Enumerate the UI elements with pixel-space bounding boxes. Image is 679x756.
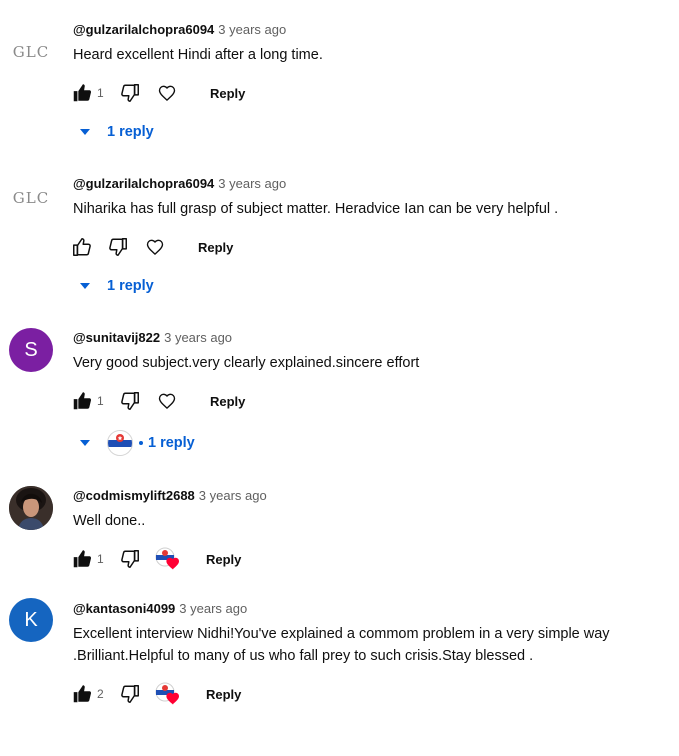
dislike-button[interactable] — [119, 548, 141, 570]
avatar-letter: K — [24, 608, 38, 631]
dislike-button[interactable] — [119, 82, 141, 104]
comment-text: Very good subject.very clearly explained… — [73, 355, 420, 371]
thumbs-down-icon — [109, 238, 127, 256]
timestamp[interactable]: 3 years ago — [164, 330, 232, 345]
timestamp[interactable]: 3 years ago — [199, 488, 267, 503]
heart-outline-icon — [158, 393, 176, 409]
avatar[interactable]: S — [9, 328, 53, 372]
timestamp[interactable]: 3 years ago — [218, 22, 286, 37]
author-name[interactable]: @kantasoni4099 — [73, 601, 175, 616]
avatar[interactable]: GLC — [9, 176, 53, 220]
like-button[interactable]: 1 — [71, 390, 111, 412]
comment-header: @kantasoni4099 3 years ago — [73, 601, 247, 616]
author-name[interactable]: @sunitavij822 — [73, 330, 160, 345]
thumbs-up-filled-icon — [73, 685, 92, 703]
channel-logo-icon — [108, 431, 132, 455]
thumbs-up-filled-icon — [73, 550, 92, 568]
like-count: 2 — [97, 687, 104, 701]
heart-outline-icon — [146, 239, 164, 255]
timestamp[interactable]: 3 years ago — [179, 601, 247, 616]
reply-button[interactable]: Reply — [198, 240, 233, 255]
comment-text: Excellent interview Nidhi!You've explain… — [73, 626, 610, 664]
like-count: 1 — [97, 552, 104, 566]
thumbs-up-filled-icon — [73, 84, 92, 102]
thumbs-down-icon — [121, 84, 139, 102]
reply-button[interactable]: Reply — [206, 552, 241, 567]
avatar[interactable]: GLC — [9, 30, 53, 74]
like-button[interactable]: 1 — [71, 548, 111, 570]
comment-header: @sunitavij822 3 years ago — [73, 330, 232, 345]
avatar[interactable]: K — [9, 598, 53, 642]
action-bar: 1 Reply — [71, 81, 245, 105]
like-button[interactable] — [71, 236, 111, 258]
like-button[interactable]: 1 — [71, 82, 111, 104]
heart-button[interactable] — [145, 237, 165, 257]
thumbs-up-filled-icon — [73, 392, 92, 410]
replies-label: 1 reply — [107, 124, 154, 140]
dislike-button[interactable] — [107, 236, 129, 258]
comment-text: Well done.. — [73, 513, 146, 529]
caret-down-icon — [80, 440, 90, 446]
thumbs-down-icon — [121, 685, 139, 703]
reply-button[interactable]: Reply — [210, 86, 245, 101]
like-count: 1 — [97, 86, 104, 100]
author-name[interactable]: @gulzarilalchopra6094 — [73, 176, 214, 191]
avatar-logo-text: GLC — [12, 189, 50, 207]
thumbs-up-icon — [73, 238, 91, 256]
heart-button[interactable] — [157, 391, 177, 411]
comment-text: Heard excellent Hindi after a long time. — [73, 47, 323, 63]
heart-outline-icon — [158, 85, 176, 101]
caret-down-icon — [80, 283, 90, 289]
reply-button[interactable]: Reply — [210, 394, 245, 409]
action-bar: Reply — [71, 235, 233, 259]
caret-down-icon — [80, 129, 90, 135]
avatar[interactable] — [9, 486, 53, 530]
like-count: 1 — [97, 394, 104, 408]
dislike-button[interactable] — [119, 683, 141, 705]
reply-button[interactable]: Reply — [206, 687, 241, 702]
creator-heart-icon — [155, 547, 179, 570]
action-bar: 2 Reply — [71, 682, 241, 706]
avatar-letter: S — [24, 338, 38, 361]
timestamp[interactable]: 3 years ago — [218, 176, 286, 191]
creator-heart[interactable] — [155, 547, 181, 571]
creator-heart-icon — [155, 682, 179, 705]
thumbs-down-icon — [121, 550, 139, 568]
like-button[interactable]: 2 — [71, 683, 111, 705]
replies-label: 1 reply — [107, 278, 154, 294]
author-name[interactable]: @codmismylift2688 — [73, 488, 195, 503]
replies-label: 1 reply — [148, 435, 195, 451]
creator-avatar — [107, 430, 133, 456]
view-replies-button[interactable]: 1 reply — [80, 124, 154, 140]
dislike-button[interactable] — [119, 390, 141, 412]
creator-heart[interactable] — [155, 682, 181, 706]
view-replies-button[interactable]: 1 reply — [80, 278, 154, 294]
view-replies-button[interactable]: 1 reply — [80, 430, 195, 456]
comment-header: @gulzarilalchopra6094 3 years ago — [73, 22, 286, 37]
action-bar: 1 Reply — [71, 547, 241, 571]
comment-header: @codmismylift2688 3 years ago — [73, 488, 267, 503]
thumbs-down-icon — [121, 392, 139, 410]
action-bar: 1 Reply — [71, 389, 245, 413]
separator-dot — [139, 441, 143, 445]
heart-button[interactable] — [157, 83, 177, 103]
profile-photo-icon — [9, 486, 53, 530]
avatar-logo-text: GLC — [12, 43, 50, 61]
author-name[interactable]: @gulzarilalchopra6094 — [73, 22, 214, 37]
comment-text: Niharika has full grasp of subject matte… — [73, 201, 559, 217]
comment-header: @gulzarilalchopra6094 3 years ago — [73, 176, 286, 191]
